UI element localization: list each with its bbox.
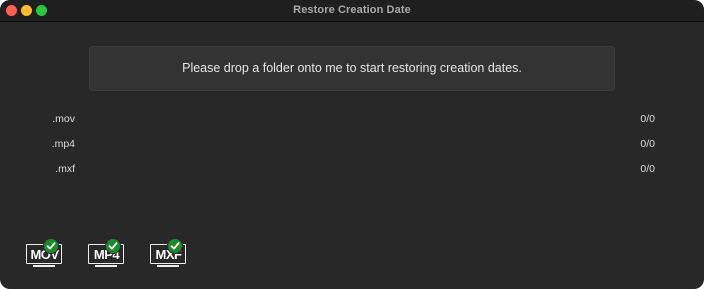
mxf-stand-icon [157, 265, 179, 267]
mxf-check-icon [167, 238, 183, 254]
file-type-mov: .mov [52, 113, 75, 125]
mov-check-icon [43, 238, 59, 254]
drop-zone-message: Please drop a folder onto me to start re… [182, 61, 522, 75]
window-title: Restore Creation Date [293, 4, 411, 16]
title-bar[interactable]: Restore Creation Date [0, 0, 704, 22]
file-count-mov: 0/0 [640, 113, 655, 125]
file-count-mp4: 0/0 [640, 138, 655, 150]
mov-badge: MOV [26, 238, 66, 271]
mp4-badge: MP4 [88, 238, 128, 271]
mov-stand-icon [33, 265, 55, 267]
mp4-stand-icon [95, 265, 117, 267]
file-type-mxf: .mxf [55, 163, 75, 175]
folder-drop-zone[interactable]: Please drop a folder onto me to start re… [89, 46, 615, 91]
mxf-badge: MXF [150, 238, 190, 271]
app-window: Restore Creation Date Please drop a fold… [0, 0, 704, 289]
mp4-check-icon [105, 238, 121, 254]
file-count-mxf: 0/0 [640, 163, 655, 175]
file-type-mp4: .mp4 [51, 138, 75, 150]
